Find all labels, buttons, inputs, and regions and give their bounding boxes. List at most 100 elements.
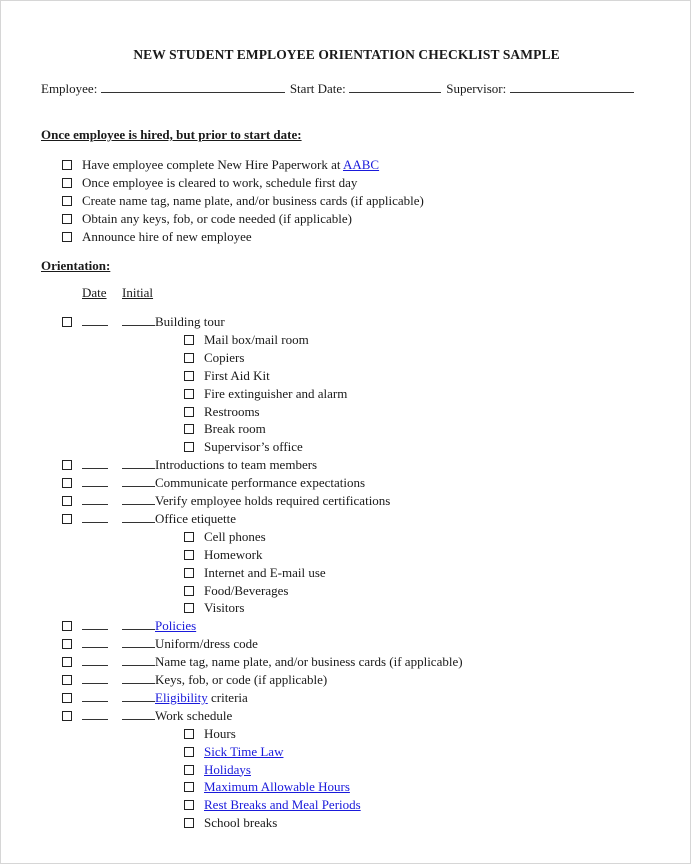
checkbox[interactable] (184, 334, 194, 345)
item-text: Restrooms (204, 403, 260, 419)
initial-blank[interactable] (122, 617, 155, 631)
checkbox[interactable] (62, 195, 72, 206)
checkbox[interactable] (184, 585, 194, 596)
initial-column-header: Initial (122, 285, 154, 300)
checkbox[interactable] (62, 675, 72, 686)
orientation-subitem: Homework (184, 546, 263, 564)
document-link[interactable]: Rest Breaks and Meal Periods (204, 797, 361, 812)
checkbox[interactable] (184, 782, 194, 793)
checkbox[interactable] (184, 370, 194, 381)
checkbox[interactable] (184, 352, 194, 363)
date-blank[interactable] (82, 617, 108, 631)
checkbox[interactable] (184, 442, 194, 453)
orientation-item: Office etiquette (62, 510, 236, 528)
date-column-header: Date (82, 285, 107, 300)
item-text: Verify employee holds required certifica… (155, 493, 391, 508)
checkbox[interactable] (62, 177, 72, 188)
checkbox[interactable] (184, 746, 194, 757)
checkbox[interactable] (184, 531, 194, 542)
checkbox[interactable] (184, 549, 194, 560)
checkbox[interactable] (184, 406, 194, 417)
checkbox[interactable] (184, 424, 194, 435)
item-content: Uniform/dress code (155, 636, 258, 651)
item-text: Announce hire of new employee (82, 228, 252, 244)
date-blank[interactable] (82, 313, 108, 326)
date-blank[interactable] (82, 456, 108, 470)
checkbox[interactable] (184, 388, 194, 399)
document-link[interactable]: AABC (343, 157, 379, 172)
checkbox[interactable] (62, 621, 72, 632)
initial-blank[interactable] (122, 689, 155, 702)
checkbox[interactable] (184, 567, 194, 578)
checkbox[interactable] (62, 460, 72, 471)
checkbox[interactable] (62, 513, 72, 524)
date-blank[interactable] (82, 635, 108, 649)
initial-blank[interactable] (122, 313, 155, 326)
checkbox[interactable] (62, 710, 72, 721)
item-text: Homework (204, 546, 263, 562)
checklist-item: Obtain any keys, fob, or code needed (if… (62, 210, 352, 228)
checkbox[interactable] (62, 231, 72, 242)
orientation-subitem: First Aid Kit (184, 367, 270, 385)
document-link[interactable]: Policies (155, 618, 196, 633)
checkbox[interactable] (184, 818, 194, 829)
initial-blank[interactable] (122, 653, 155, 667)
item-content: Policies (155, 618, 196, 633)
date-blank[interactable] (82, 689, 108, 702)
date-blank[interactable] (82, 671, 108, 684)
item-content: Verify employee holds required certifica… (155, 493, 390, 508)
initial-blank[interactable] (122, 474, 155, 488)
orientation-item: Introductions to team members (62, 456, 317, 474)
date-blank[interactable] (82, 653, 108, 667)
checkbox[interactable] (62, 317, 72, 328)
checkbox[interactable] (62, 213, 72, 224)
item-content: Introductions to team members (155, 457, 317, 472)
item-text: Create name tag, name plate, and/or busi… (82, 192, 424, 208)
employee-field[interactable] (100, 81, 285, 93)
checkbox[interactable] (184, 728, 194, 739)
supervisor-label: Supervisor: (446, 81, 507, 96)
supervisor-field[interactable] (509, 81, 634, 93)
orientation-subitem: Cell phones (184, 528, 266, 546)
document-link[interactable]: Sick Time Law (204, 744, 283, 759)
item-content: Name tag, name plate, and/or business ca… (155, 654, 463, 669)
item-text: Building tour (155, 314, 225, 329)
document-link[interactable]: Maximum Allowable Hours (204, 779, 350, 794)
orientation-subitem: School breaks (184, 814, 277, 832)
item-text: Obtain any keys, fob, or code needed (if… (82, 210, 353, 226)
initial-blank[interactable] (122, 456, 155, 470)
checkbox[interactable] (62, 496, 72, 507)
initial-blank[interactable] (122, 635, 155, 649)
checkbox[interactable] (62, 478, 72, 489)
date-blank[interactable] (82, 510, 108, 523)
orientation-item: Name tag, name plate, and/or business ca… (62, 653, 463, 671)
checkbox[interactable] (184, 603, 194, 614)
date-blank[interactable] (82, 707, 108, 720)
date-blank[interactable] (82, 474, 108, 488)
start-date-field[interactable] (349, 81, 442, 93)
initial-blank[interactable] (122, 510, 155, 523)
initial-blank[interactable] (122, 671, 155, 684)
checkbox[interactable] (62, 692, 72, 703)
checkbox[interactable] (62, 657, 72, 668)
checkbox[interactable] (62, 639, 72, 650)
document-link[interactable]: Holidays (204, 762, 251, 777)
employee-label: Employee: (41, 81, 98, 96)
date-blank[interactable] (82, 492, 108, 505)
orientation-heading: Orientation: (41, 258, 111, 273)
item-text: Keys, fob, or code (if applicable) (155, 672, 328, 687)
item-content: Building tour (155, 314, 225, 329)
orientation-item: Eligibility criteria (62, 689, 248, 707)
document-link[interactable]: Eligibility (155, 690, 208, 705)
item-text: Copiers (204, 349, 245, 365)
checkbox[interactable] (62, 160, 72, 171)
initial-blank[interactable] (122, 707, 155, 720)
item-text: First Aid Kit (204, 367, 270, 383)
checkbox[interactable] (184, 764, 194, 775)
initial-blank[interactable] (122, 492, 155, 505)
orientation-item: Uniform/dress code (62, 635, 258, 653)
item-content: Office etiquette (155, 511, 236, 526)
checkbox[interactable] (184, 800, 194, 811)
item-text: Hours (204, 725, 236, 741)
item-text: Uniform/dress code (155, 636, 258, 652)
